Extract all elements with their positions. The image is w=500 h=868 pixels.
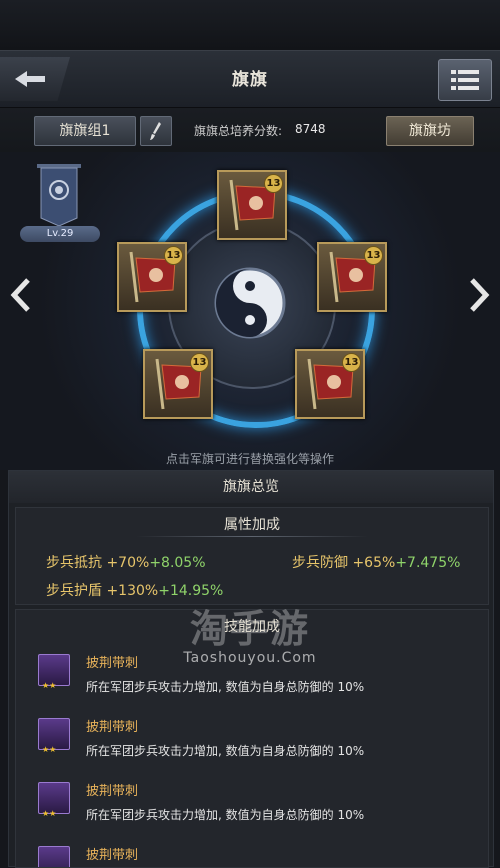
attribute-item: 步兵护盾 +130%+14.95% — [46, 580, 223, 600]
flag-slot-4[interactable]: 13 — [143, 349, 213, 419]
slot-level: 13 — [364, 246, 383, 265]
slot-level: 13 — [342, 353, 361, 372]
skill-item[interactable]: ★★ 披荆带刺 — [16, 836, 488, 867]
attribute-name: 步兵抵抗 +70% — [46, 555, 150, 571]
attribute-bonus: +14.95% — [158, 583, 224, 599]
attribute-name: 步兵防御 +65% — [292, 555, 396, 571]
current-flag-banner[interactable] — [34, 160, 84, 230]
skill-name: 披荆带刺 — [86, 784, 139, 799]
skill-name: 披荆带刺 — [86, 656, 139, 671]
star-rating: ★★ — [42, 809, 57, 818]
attribute-bonus: +8.05% — [149, 555, 206, 571]
star-rating: ★★ — [42, 745, 57, 754]
flag-toolbar: 旗旗组1 旗旗总培养分数: 8748 旗旗坊 — [0, 108, 500, 153]
skill-description: 所在军团步兵攻击力增加, 数值为自身总防御的 10% — [86, 808, 365, 822]
skill-name: 披荆带刺 — [86, 720, 139, 735]
hint-text: 点击军旗可进行替换强化等操作 — [165, 452, 334, 466]
rename-button[interactable] — [140, 116, 172, 146]
skill-item[interactable]: ★★ 披荆带刺 所在军团步兵攻击力增加, 数值为自身总防御的 10% — [16, 772, 488, 834]
overview-title: 旗旗总览 — [9, 471, 493, 503]
divider — [136, 536, 368, 537]
skill-description: 所在军团步兵攻击力增加, 数值为自身总防御的 10% — [86, 680, 365, 694]
skill-description: 所在军团步兵攻击力增加, 数值为自身总防御的 10% — [86, 744, 365, 758]
slot-level: 13 — [164, 246, 183, 265]
slot-level: 13 — [264, 174, 283, 193]
skill-name: 披荆带刺 — [86, 848, 139, 863]
flag-group-button[interactable]: 旗旗组1 — [34, 116, 136, 146]
attribute-item: 步兵防御 +65%+7.475% — [292, 552, 460, 572]
flag-stage: Lv.29 13 13 13 13 13 点击军旗可进行替换强化等操作 — [0, 152, 500, 470]
attribute-name: 步兵护盾 +130% — [46, 583, 159, 599]
attribute-item: 步兵抵抗 +70%+8.05% — [46, 552, 206, 572]
overview-panel: 旗旗总览 属性加成 步兵抵抗 +70%+8.05% 步兵防御 +65%+7.47… — [8, 470, 494, 868]
chevron-left-icon[interactable] — [8, 278, 34, 312]
chevron-right-icon[interactable] — [466, 278, 492, 312]
score-value: 8748 — [295, 122, 326, 136]
top-bar — [0, 0, 500, 50]
list-menu-icon — [451, 70, 479, 90]
slot-level: 13 — [190, 353, 209, 372]
watermark-url: Taoshouyou.Com — [183, 650, 317, 666]
attribute-bonus: +7.475% — [395, 555, 461, 571]
brush-icon — [150, 122, 161, 140]
yin-yang-icon — [214, 267, 286, 339]
flag-slot-1[interactable]: 13 — [217, 170, 287, 240]
score-label: 旗旗总培养分数: — [194, 124, 283, 138]
star-rating: ★★ — [42, 681, 57, 690]
flag-workshop-button[interactable]: 旗旗坊 — [386, 116, 474, 146]
current-flag-level: Lv.29 — [20, 226, 100, 242]
menu-button[interactable] — [438, 59, 492, 101]
page-title: 旗旗 — [232, 70, 268, 90]
skill-title: 技能加成 — [224, 619, 280, 635]
skill-item[interactable]: ★★ 披荆带刺 所在军团步兵攻击力增加, 数值为自身总防御的 10% — [16, 708, 488, 770]
attribute-title: 属性加成 — [224, 517, 280, 533]
header-bar: 旗旗 — [0, 50, 500, 108]
flag-slot-3[interactable]: 13 — [317, 242, 387, 312]
flag-slot-5[interactable]: 13 — [295, 349, 365, 419]
attribute-bonus-box: 属性加成 步兵抵抗 +70%+8.05% 步兵防御 +65%+7.475% 步兵… — [15, 507, 489, 605]
flag-slot-2[interactable]: 13 — [117, 242, 187, 312]
